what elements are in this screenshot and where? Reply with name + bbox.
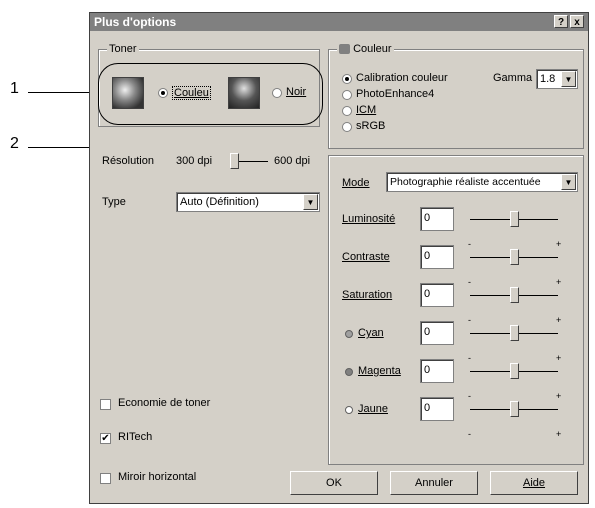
adjustment-slider-thumb[interactable] bbox=[510, 249, 519, 265]
mode-dropdown-icon[interactable]: ▼ bbox=[561, 174, 576, 190]
slider-minus-tick: - bbox=[468, 315, 471, 325]
toner-group-label: Toner bbox=[107, 43, 139, 55]
black-toner-icon bbox=[228, 77, 260, 109]
callout-1-line bbox=[28, 92, 98, 93]
srgb-radio[interactable] bbox=[342, 122, 352, 132]
annuler-button[interactable]: Annuler bbox=[390, 471, 478, 495]
ritech-label[interactable]: RITech bbox=[118, 431, 152, 443]
adjustment-label: Saturation bbox=[342, 289, 393, 301]
callout-2-number: 2 bbox=[10, 135, 19, 152]
type-label: Type bbox=[102, 196, 126, 208]
calibration-label[interactable]: Calibration couleur bbox=[356, 72, 448, 84]
ok-button[interactable]: OK bbox=[290, 471, 378, 495]
type-select[interactable]: Auto (Définition) ▼ bbox=[176, 192, 320, 212]
mode-label: Mode bbox=[342, 177, 370, 189]
slider-minus-tick: - bbox=[468, 353, 471, 363]
adjustment-value-field[interactable]: 0 bbox=[420, 359, 454, 383]
calibration-radio[interactable] bbox=[342, 74, 352, 84]
ritech-checkbox[interactable]: ✔ bbox=[100, 433, 111, 444]
color-toner-icon bbox=[112, 77, 144, 109]
adjustment-label: Luminosité bbox=[342, 213, 396, 225]
adjustment-slider-thumb[interactable] bbox=[510, 363, 519, 379]
toner-black-radio[interactable] bbox=[272, 88, 282, 98]
aide-button[interactable]: Aide bbox=[490, 471, 578, 495]
adjustment-label: Magenta bbox=[358, 365, 401, 377]
adjustment-value-field[interactable]: 0 bbox=[420, 397, 454, 421]
mode-select[interactable]: Photographie réaliste accentuée ▼ bbox=[386, 172, 578, 192]
mode-select-value: Photographie réaliste accentuée bbox=[390, 176, 541, 188]
miroir-label[interactable]: Miroir horizontal bbox=[118, 471, 196, 483]
title-bar: Plus d'options ? x bbox=[90, 13, 588, 31]
adjustments-panel bbox=[328, 155, 584, 465]
slider-plus-tick: + bbox=[556, 353, 562, 363]
icm-label[interactable]: ICM bbox=[356, 104, 376, 116]
toner-black-label[interactable]: Noir bbox=[286, 86, 306, 98]
help-button[interactable]: ? bbox=[554, 15, 568, 28]
magenta-color-dot-icon bbox=[345, 368, 353, 376]
toner-color-radio[interactable] bbox=[158, 88, 168, 98]
slider-plus-tick: + bbox=[556, 239, 562, 249]
economie-checkbox[interactable] bbox=[100, 399, 111, 410]
resolution-low-label: 300 dpi bbox=[176, 155, 213, 167]
photoenhance-radio[interactable] bbox=[342, 90, 352, 100]
adjustment-value-field[interactable]: 0 bbox=[420, 207, 454, 231]
type-select-value: Auto (Définition) bbox=[180, 196, 259, 208]
resolution-label: Résolution bbox=[102, 155, 154, 167]
gamma-label: Gamma bbox=[493, 72, 533, 84]
color-printer-icon bbox=[339, 44, 350, 55]
adjustment-value-field[interactable]: 0 bbox=[420, 283, 454, 307]
gamma-dropdown-icon[interactable]: ▼ bbox=[561, 71, 576, 87]
gamma-select-value: 1.8 bbox=[540, 73, 556, 85]
jaune-color-dot-icon bbox=[345, 406, 353, 414]
slider-minus-tick: - bbox=[468, 277, 471, 287]
economie-label[interactable]: Economie de toner bbox=[118, 397, 210, 409]
resolution-slider-thumb[interactable] bbox=[230, 153, 239, 169]
miroir-checkbox[interactable] bbox=[100, 473, 111, 484]
adjustment-slider-thumb[interactable] bbox=[510, 287, 519, 303]
icm-radio[interactable] bbox=[342, 106, 352, 116]
options-dialog: Plus d'options ? x Toner Couleu Noir Rés… bbox=[89, 12, 589, 504]
adjustment-slider-thumb[interactable] bbox=[510, 211, 519, 227]
adjustment-slider-thumb[interactable] bbox=[510, 325, 519, 341]
adjustment-value-field[interactable]: 0 bbox=[420, 245, 454, 269]
close-button[interactable]: x bbox=[570, 15, 584, 28]
gamma-select[interactable]: 1.8 ▼ bbox=[536, 69, 578, 89]
toner-color-label[interactable]: Couleu bbox=[172, 86, 211, 100]
window-title: Plus d'options bbox=[94, 15, 177, 29]
slider-minus-tick: - bbox=[468, 391, 471, 401]
photoenhance-label[interactable]: PhotoEnhance4 bbox=[356, 88, 434, 100]
slider-plus-tick: + bbox=[556, 391, 562, 401]
resolution-high-label: 600 dpi bbox=[274, 155, 311, 167]
slider-plus-tick: + bbox=[556, 429, 562, 439]
cyan-color-dot-icon bbox=[345, 330, 353, 338]
adjustment-label: Contraste bbox=[342, 251, 390, 263]
adjustment-value-field[interactable]: 0 bbox=[420, 321, 454, 345]
adjustment-label: Jaune bbox=[358, 403, 388, 415]
adjustment-slider-thumb[interactable] bbox=[510, 401, 519, 417]
slider-minus-tick: - bbox=[468, 239, 471, 249]
couleur-label-text: Couleur bbox=[353, 43, 392, 55]
slider-minus-tick: - bbox=[468, 429, 471, 439]
slider-plus-tick: + bbox=[556, 315, 562, 325]
adjustment-label: Cyan bbox=[358, 327, 384, 339]
type-dropdown-icon[interactable]: ▼ bbox=[303, 194, 318, 210]
callout-1-number: 1 bbox=[10, 80, 19, 97]
slider-plus-tick: + bbox=[556, 277, 562, 287]
srgb-label[interactable]: sRGB bbox=[356, 120, 385, 132]
couleur-group-label: Couleur bbox=[337, 43, 394, 55]
